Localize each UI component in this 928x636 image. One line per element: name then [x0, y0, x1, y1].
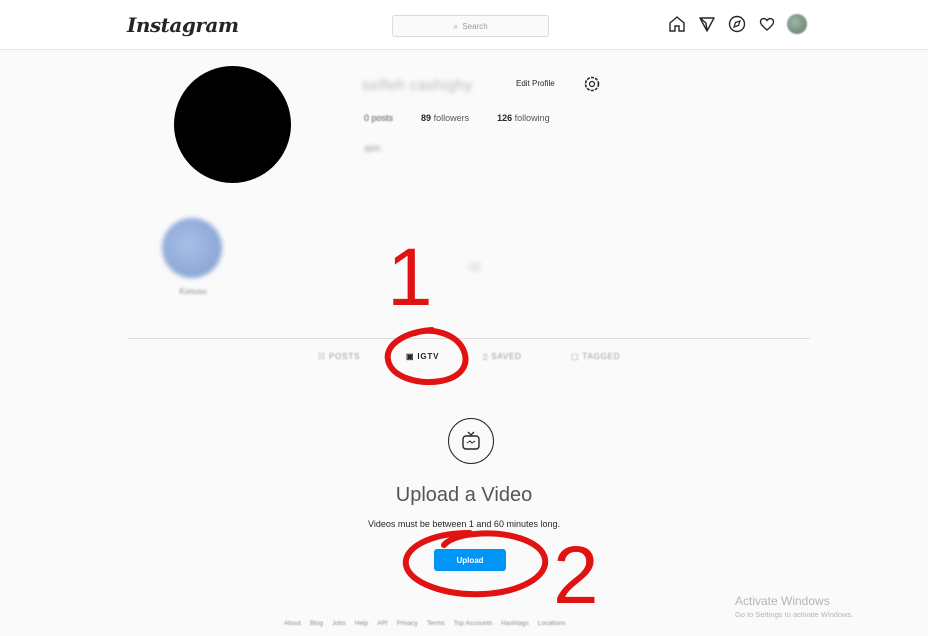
tab-tagged-label: TAGGED [582, 352, 621, 361]
watermark-subtitle: Go to Settings to activate Windows. [735, 610, 854, 619]
heart-activity-icon[interactable] [757, 14, 777, 34]
upload-video-title: Upload a Video [395, 484, 533, 506]
followers-count: 89 [421, 113, 432, 123]
following-count: 126 [497, 113, 513, 123]
story-highlight-label: Konusu [179, 287, 207, 296]
igtv-large-icon [448, 418, 494, 464]
search-input[interactable]: ⌕ Search [392, 15, 549, 37]
footer-link-blog[interactable]: Blog [310, 620, 323, 627]
igtv-icon: ▣ [406, 352, 415, 361]
grid-icon: ☷ [318, 352, 326, 361]
profile-bio: apis [364, 143, 381, 153]
tab-posts-label: POSTS [328, 352, 361, 361]
search-icon: ⌕ [453, 20, 459, 31]
footer-link-privacy[interactable]: Privacy [397, 620, 418, 627]
posts-count: 0 [364, 113, 370, 123]
footer-link-jobs[interactable]: Jobs [332, 620, 346, 627]
edit-profile-button[interactable]: Edit Profile [512, 76, 559, 91]
followers-stat[interactable]: 89 followers [421, 113, 469, 123]
tab-igtv-label: IGTV [417, 352, 440, 361]
posts-label: posts [371, 113, 394, 123]
nav-icons [667, 14, 807, 34]
footer-link-help[interactable]: Help [355, 620, 368, 627]
footer-link-about[interactable]: About [284, 620, 301, 627]
tab-saved-label: SAVED [491, 352, 522, 361]
tab-posts[interactable]: ☷ POSTS [318, 352, 360, 361]
tab-saved[interactable]: ▯ SAVED [483, 352, 522, 361]
upload-video-subtitle: Videos must be between 1 and 60 minutes … [368, 519, 560, 529]
tab-igtv[interactable]: ▣ IGTV [406, 352, 439, 361]
footer-link-top-accounts[interactable]: Top Accounts [454, 620, 493, 627]
top-navigation-bar: Instagram ⌕ Search [0, 0, 928, 50]
tag-icon: ▢ [571, 352, 580, 361]
annotation-step-1: 1 [387, 232, 433, 323]
settings-gear-icon[interactable] [583, 75, 601, 93]
tab-tagged[interactable]: ▢ TAGGED [571, 352, 620, 361]
tabs-divider [128, 338, 810, 339]
footer-link-hashtags[interactable]: Hashtags [501, 620, 528, 627]
annotation-overlay: 1 2 [384, 232, 599, 621]
activate-windows-watermark: Activate Windows Go to Settings to activ… [735, 594, 853, 619]
footer-link-terms[interactable]: Terms [427, 620, 445, 627]
search-placeholder: Search [462, 21, 488, 31]
watermark-title: Activate Windows [735, 594, 830, 608]
direct-message-icon[interactable] [697, 14, 717, 34]
explore-compass-icon[interactable] [727, 14, 747, 34]
blurred-mark [468, 262, 482, 272]
footer-link-api[interactable]: API [377, 620, 387, 627]
following-label: following [514, 113, 550, 123]
following-stat[interactable]: 126 following [497, 113, 550, 123]
profile-avatar-icon[interactable] [787, 14, 807, 34]
home-icon[interactable] [667, 14, 687, 34]
instagram-logo[interactable]: Instagram [127, 13, 239, 37]
followers-label: followers [433, 113, 470, 123]
posts-stat: 0 posts [364, 113, 393, 123]
footer-link-locations[interactable]: Locations [538, 620, 566, 627]
bookmark-icon: ▯ [483, 352, 489, 361]
footer-links: About Blog Jobs Help API Privacy Terms T… [284, 620, 566, 627]
annotation-step-2: 2 [553, 530, 599, 621]
profile-username: selfeh cashighy [362, 77, 473, 94]
profile-avatar[interactable] [174, 66, 291, 183]
story-highlight[interactable] [162, 218, 222, 278]
profile-stats: 0 posts 89 followers 126 following [364, 113, 550, 123]
upload-button[interactable]: Upload [434, 549, 506, 571]
